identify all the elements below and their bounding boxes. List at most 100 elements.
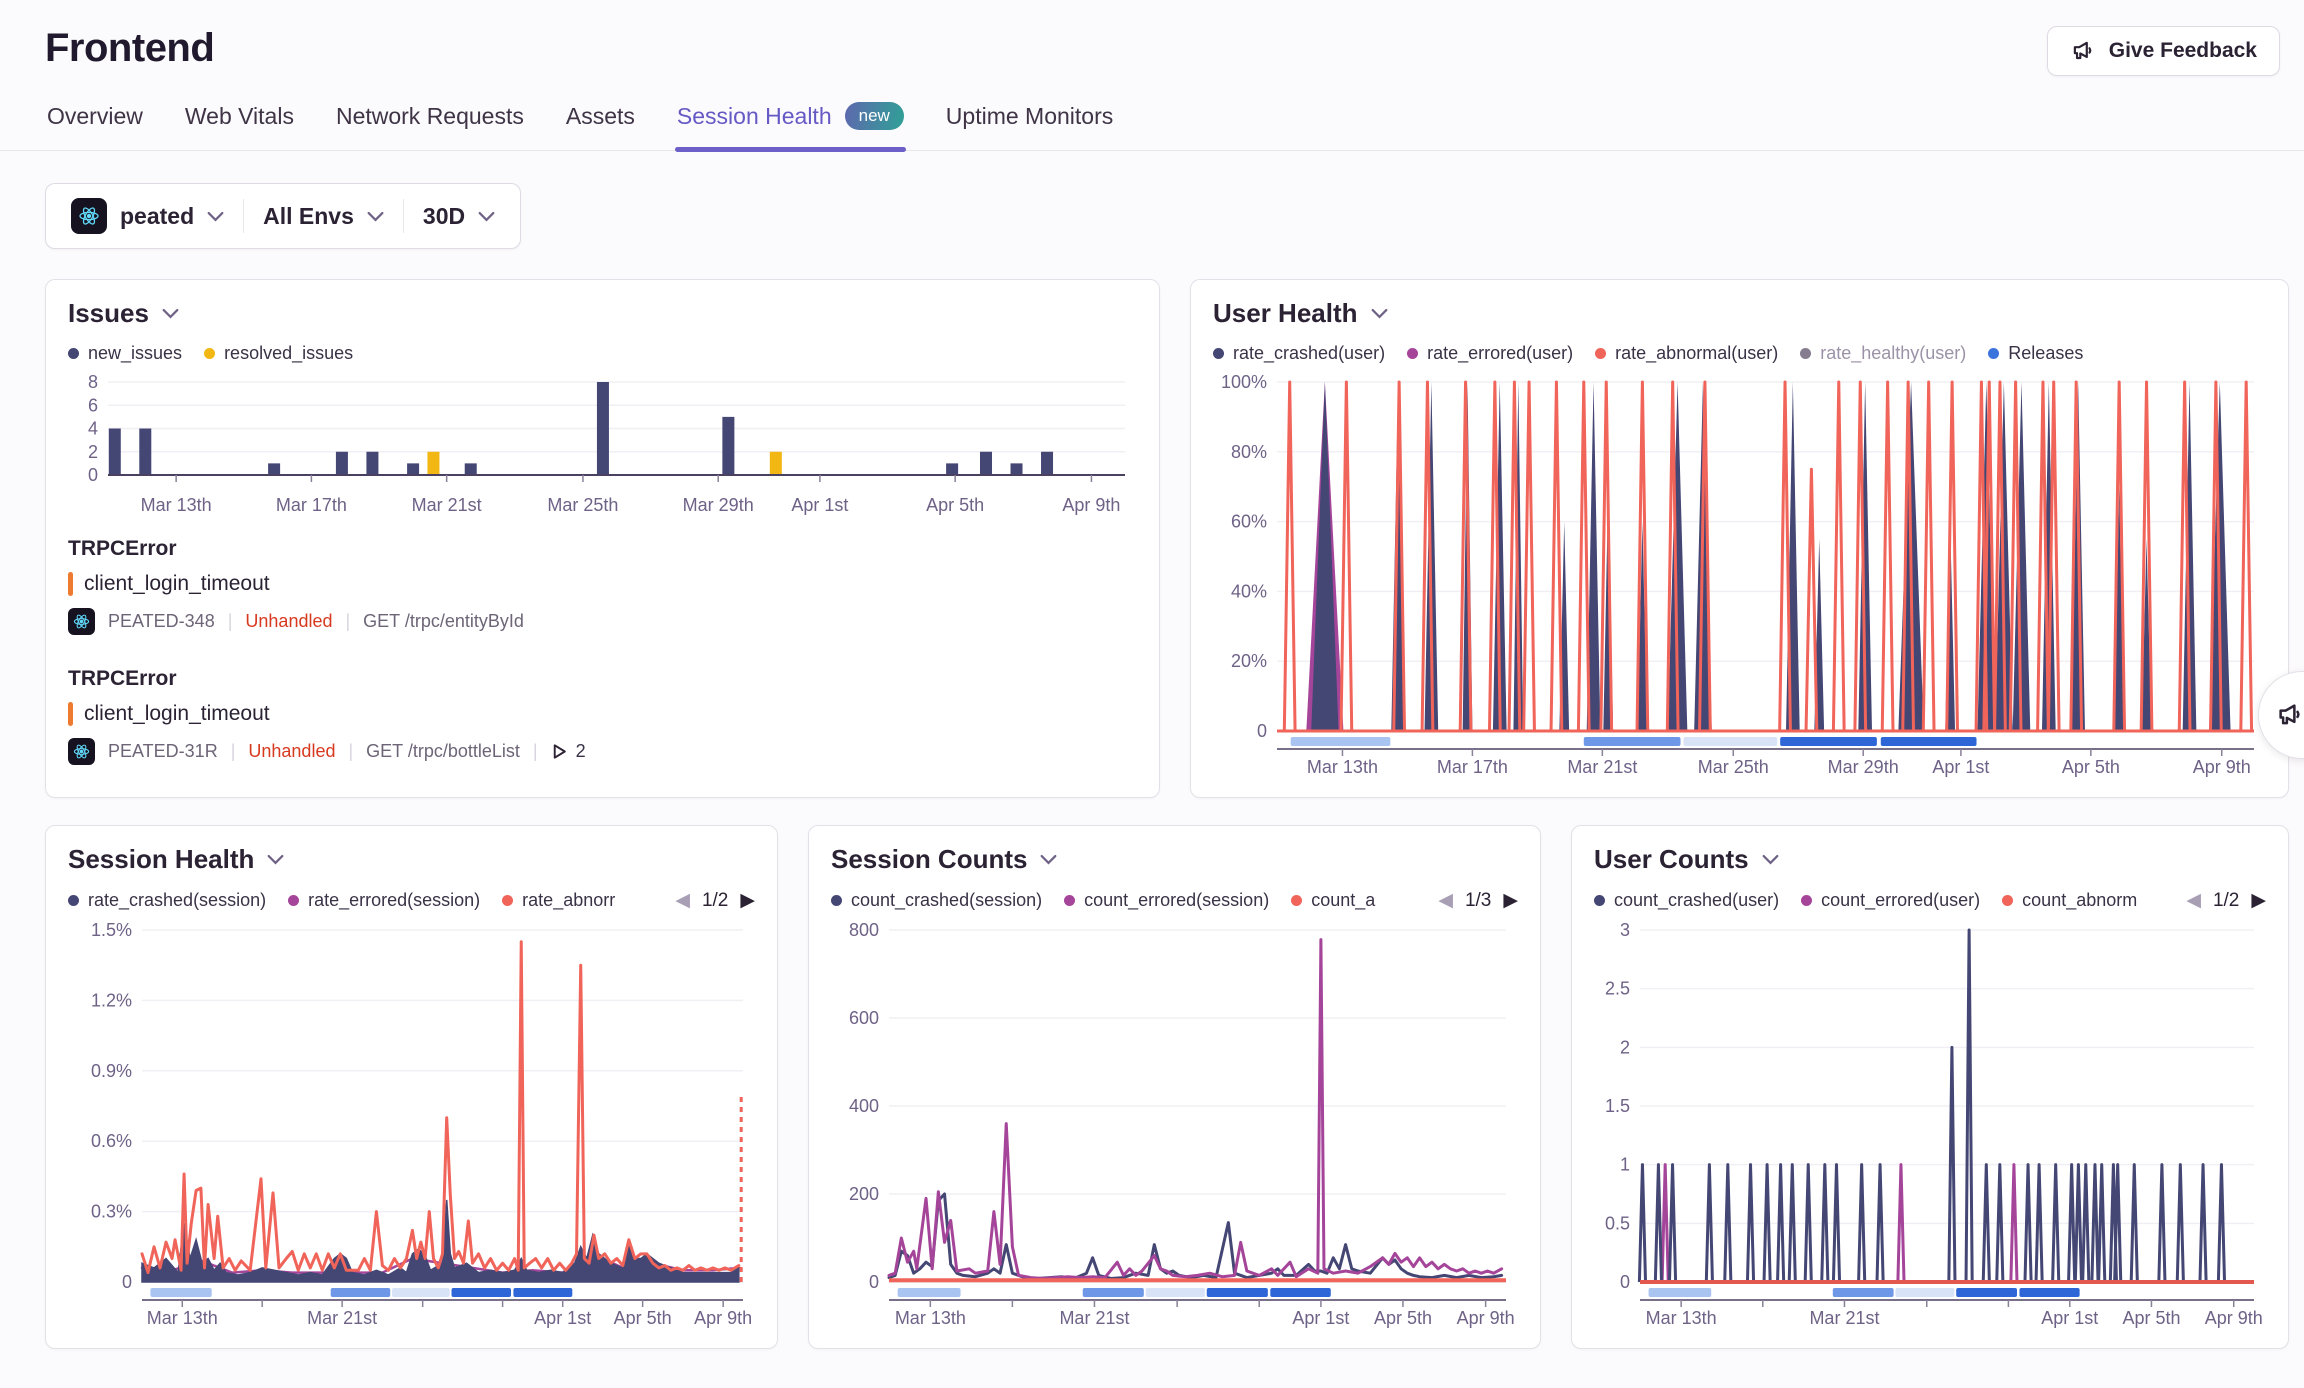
legend-item[interactable]: rate_errored(session)	[288, 890, 480, 911]
issues-legend: new_issues resolved_issues	[68, 343, 1137, 364]
meta-divider: |	[228, 611, 233, 632]
user-health-title-dropdown[interactable]: User Health	[1213, 298, 2266, 329]
svg-text:80%: 80%	[1231, 442, 1267, 462]
svg-text:40%: 40%	[1231, 581, 1267, 601]
legend-label: Releases	[2008, 343, 2083, 364]
svg-text:Apr 1st: Apr 1st	[534, 1308, 591, 1328]
date-range-filter[interactable]: 30D	[404, 203, 514, 230]
legend-item[interactable]: count_errored(user)	[1801, 890, 1980, 911]
tab-web-vitals[interactable]: Web Vitals	[183, 92, 296, 150]
svg-text:Apr 1st: Apr 1st	[791, 495, 848, 515]
replay-count[interactable]: 2	[551, 741, 586, 762]
svg-text:2: 2	[88, 442, 98, 462]
legend-dot-icon	[1064, 895, 1075, 906]
svg-text:Apr 9th: Apr 9th	[694, 1308, 752, 1328]
legend-dot-icon	[68, 348, 79, 359]
chevron-down-icon	[1371, 308, 1388, 319]
tab-network-requests[interactable]: Network Requests	[334, 92, 526, 150]
page-next-icon[interactable]: ▶	[1503, 889, 1518, 912]
svg-text:0.5: 0.5	[1605, 1213, 1630, 1233]
issues-chart[interactable]: 86420Mar 13thMar 17thMar 21stMar 25thMar…	[68, 368, 1137, 522]
legend-label: count_errored(session)	[1084, 890, 1269, 911]
user-counts-title-dropdown[interactable]: User Counts	[1594, 844, 2266, 875]
svg-text:100%: 100%	[1221, 372, 1267, 392]
legend-pagination: ◀ 1/2 ▶	[675, 889, 755, 912]
legend-item[interactable]: count_crashed(session)	[831, 890, 1042, 911]
session-health-chart[interactable]: 1.5%1.2%0.9%0.6%0.3%0Mar 13thMar 21stApr…	[68, 916, 755, 1330]
legend-item[interactable]: count_crashed(user)	[1594, 890, 1779, 911]
page-title: Frontend	[45, 26, 214, 71]
issue-title: client_login_timeout	[84, 572, 270, 596]
page-next-icon[interactable]: ▶	[740, 889, 755, 912]
issue-type[interactable]: TRPCError	[68, 667, 1137, 691]
legend-item[interactable]: rate_healthy(user)	[1800, 343, 1966, 364]
issue-meta: PEATED-348 | Unhandled | GET /trpc/entit…	[68, 608, 1137, 635]
legend-item[interactable]: rate_errored(user)	[1407, 343, 1573, 364]
legend-item[interactable]: count_errored(session)	[1064, 890, 1269, 911]
legend-item[interactable]: count_a	[1291, 890, 1375, 911]
tab-assets[interactable]: Assets	[564, 92, 637, 150]
svg-text:2: 2	[1620, 1037, 1630, 1057]
chevron-down-icon	[1762, 854, 1779, 865]
svg-text:0: 0	[1620, 1272, 1630, 1292]
svg-text:Mar 29th: Mar 29th	[1828, 757, 1899, 777]
svg-text:Apr 1st: Apr 1st	[1932, 757, 1989, 777]
user-health-chart[interactable]: 100%80%60%40%20%0Mar 13thMar 17thMar 21s…	[1213, 368, 2266, 779]
error-level-bar	[68, 702, 73, 726]
svg-text:Apr 1st: Apr 1st	[1292, 1308, 1349, 1328]
page-prev-icon[interactable]: ◀	[2186, 889, 2201, 912]
legend-dot-icon	[1801, 895, 1812, 906]
svg-text:Mar 21st: Mar 21st	[412, 495, 482, 515]
issue-short-id[interactable]: PEATED-31R	[108, 741, 218, 762]
session-counts-title-dropdown[interactable]: Session Counts	[831, 844, 1518, 875]
tab-uptime-monitors[interactable]: Uptime Monitors	[944, 92, 1115, 150]
legend-dot-icon	[1800, 348, 1811, 359]
legend-item[interactable]: rate_crashed(session)	[68, 890, 266, 911]
chevron-down-icon	[162, 308, 179, 319]
user-counts-panel: User Counts count_crashed(user) count_err…	[1571, 825, 2289, 1349]
megaphone-icon	[2275, 700, 2304, 730]
legend-item[interactable]: Releases	[1988, 343, 2083, 364]
pagination-text: 1/2	[2213, 890, 2239, 912]
give-feedback-button[interactable]: Give Feedback	[2047, 26, 2280, 76]
page-next-icon[interactable]: ▶	[2251, 889, 2266, 912]
user-counts-chart[interactable]: 32.521.510.50Mar 13thMar 21stApr 1stApr …	[1594, 916, 2266, 1330]
environment-filter[interactable]: All Envs	[244, 203, 403, 230]
session-health-title-dropdown[interactable]: Session Health	[68, 844, 755, 875]
legend-item[interactable]: rate_abnorr	[502, 890, 615, 911]
svg-text:Apr 5th: Apr 5th	[1374, 1308, 1432, 1328]
error-level-bar	[68, 572, 73, 596]
tab-session-health[interactable]: Session Health new	[675, 92, 906, 150]
megaphone-icon	[2070, 38, 2096, 64]
legend-item[interactable]: rate_crashed(user)	[1213, 343, 1385, 364]
legend-item[interactable]: rate_abnormal(user)	[1595, 343, 1778, 364]
legend-item[interactable]: resolved_issues	[204, 343, 353, 364]
user-health-legend: rate_crashed(user) rate_errored(user) rate…	[1213, 343, 2266, 364]
legend-label: count_crashed(user)	[1614, 890, 1779, 911]
issue-row: TRPCError client_login_timeout PEATED-34…	[68, 522, 1137, 652]
session-counts-chart[interactable]: 8006004002000Mar 13thMar 21stApr 1stApr …	[831, 916, 1518, 1330]
svg-text:Apr 5th: Apr 5th	[2122, 1308, 2180, 1328]
issue-row: TRPCError client_login_timeout PEATED-31…	[68, 652, 1137, 782]
project-filter[interactable]: peated	[52, 198, 243, 234]
page-prev-icon[interactable]: ◀	[1438, 889, 1453, 912]
page-prev-icon[interactable]: ◀	[675, 889, 690, 912]
svg-text:Apr 9th: Apr 9th	[1062, 495, 1120, 515]
issue-type[interactable]: TRPCError	[68, 537, 1137, 561]
app-root: Frontend Give Feedback Overview Web Vita…	[0, 0, 2304, 1388]
pagination-text: 1/2	[702, 890, 728, 912]
legend-pagination: ◀ 1/2 ▶	[2186, 889, 2266, 912]
filter-bar: peated All Envs 30D	[45, 183, 521, 249]
issue-short-id[interactable]: PEATED-348	[108, 611, 215, 632]
legend-item[interactable]: new_issues	[68, 343, 182, 364]
new-badge: new	[845, 102, 904, 130]
legend-label: rate_crashed(session)	[88, 890, 266, 911]
svg-text:Mar 21st: Mar 21st	[1567, 757, 1637, 777]
svg-text:200: 200	[849, 1184, 879, 1204]
svg-text:3: 3	[1620, 920, 1630, 940]
tab-overview[interactable]: Overview	[45, 92, 145, 150]
svg-text:1: 1	[1620, 1155, 1630, 1175]
legend-label: rate_abnorr	[522, 890, 615, 911]
legend-item[interactable]: count_abnorm	[2002, 890, 2137, 911]
issues-title-dropdown[interactable]: Issues	[68, 298, 1137, 329]
